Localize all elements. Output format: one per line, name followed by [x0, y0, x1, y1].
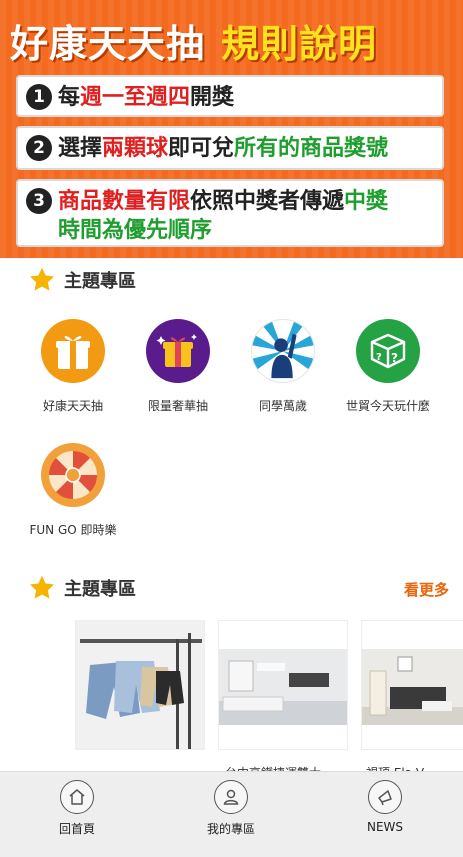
rule-text-3: 商品數量有限依照中獎者傳遞中獎 時間為優先順序 [58, 189, 389, 243]
nav-label: NEWS [366, 820, 404, 834]
see-more-link[interactable]: 看更多 [404, 579, 449, 600]
banner-title-main: 好康天天抽 [10, 21, 206, 66]
theme-label: 同學萬歲 [258, 399, 307, 413]
product-carousel[interactable]: 台中高鐵捷運雙大... 視頂 Ela V... [0, 620, 463, 780]
theme-item-expo-today[interactable]: ? ? 世貿今天玩什麼 [338, 319, 438, 414]
bedroom-interior-photo [219, 621, 347, 749]
nav-news[interactable]: NEWS [335, 780, 435, 834]
section-title: 主題專區 [64, 271, 136, 292]
living-room-interior-photo [362, 621, 463, 749]
rule-3: 3 商品數量有限依照中獎者傳遞中獎 時間為優先順序 [16, 179, 444, 247]
rule-number-1: 1 [26, 84, 52, 110]
rule-number-3: 3 [26, 188, 52, 214]
bottom-navigation: 回首頁 我的專區 NEWS [0, 771, 463, 857]
rule-text-2: 選擇兩顆球即可兌所有的商品獎號 [58, 136, 389, 161]
theme-label: 世貿今天玩什麼 [345, 399, 430, 413]
section-header-themes: 主題專區 [28, 266, 136, 294]
nav-label: 我的專區 [206, 822, 255, 836]
megaphone-icon [368, 780, 402, 814]
svg-text:?: ? [391, 351, 398, 365]
nav-home[interactable]: 回首頁 [27, 780, 127, 837]
user-icon [214, 780, 248, 814]
theme-label: 好康天天抽 [42, 399, 103, 413]
luxury-gift-icon [146, 319, 210, 383]
theme-item-luxury-draw[interactable]: 限量奢華抽 [128, 319, 228, 414]
theme-item-fun-go[interactable]: FUN GO 即時樂 [23, 443, 123, 538]
rule-text-1: 每週一至週四開獎 [58, 85, 235, 110]
nav-my-area[interactable]: 我的專區 [181, 780, 281, 837]
rules-banner[interactable]: 好康天天抽 規則說明 1 每週一至週四開獎 2 選擇兩顆球即可兌所有的商品獎號 … [0, 0, 463, 258]
page: 好康天天抽 規則說明 1 每週一至週四開獎 2 選擇兩顆球即可兌所有的商品獎號 … [0, 0, 463, 857]
theme-label: FUN GO 即時樂 [29, 523, 117, 537]
theme-label: 限量奢華抽 [147, 399, 208, 413]
star-icon [29, 575, 55, 599]
theme-item-classmates[interactable]: 同學萬歲 [233, 319, 333, 414]
home-icon [60, 780, 94, 814]
star-icon [29, 267, 55, 291]
rule-1: 1 每週一至週四開獎 [16, 75, 444, 117]
product-card[interactable] [361, 620, 463, 750]
cheering-student-icon [251, 319, 315, 383]
product-card[interactable] [218, 620, 348, 750]
gift-box-icon [41, 319, 105, 383]
denim-shorts-rack-photo [76, 621, 204, 749]
section-title: 主題專區 [64, 579, 136, 600]
banner-title-rules: 規則說明 [221, 21, 378, 66]
section-header-products: 主題專區 [28, 574, 136, 602]
prize-wheel-icon [41, 443, 105, 507]
banner-title: 好康天天抽 規則說明 [10, 12, 377, 68]
rule-2: 2 選擇兩顆球即可兌所有的商品獎號 [16, 126, 444, 170]
svg-text:?: ? [376, 352, 382, 363]
mystery-box-icon: ? ? [356, 319, 420, 383]
product-card[interactable] [75, 620, 205, 750]
theme-item-daily-draw[interactable]: 好康天天抽 [23, 319, 123, 414]
nav-label: 回首頁 [58, 822, 95, 836]
rule-number-2: 2 [26, 135, 52, 161]
